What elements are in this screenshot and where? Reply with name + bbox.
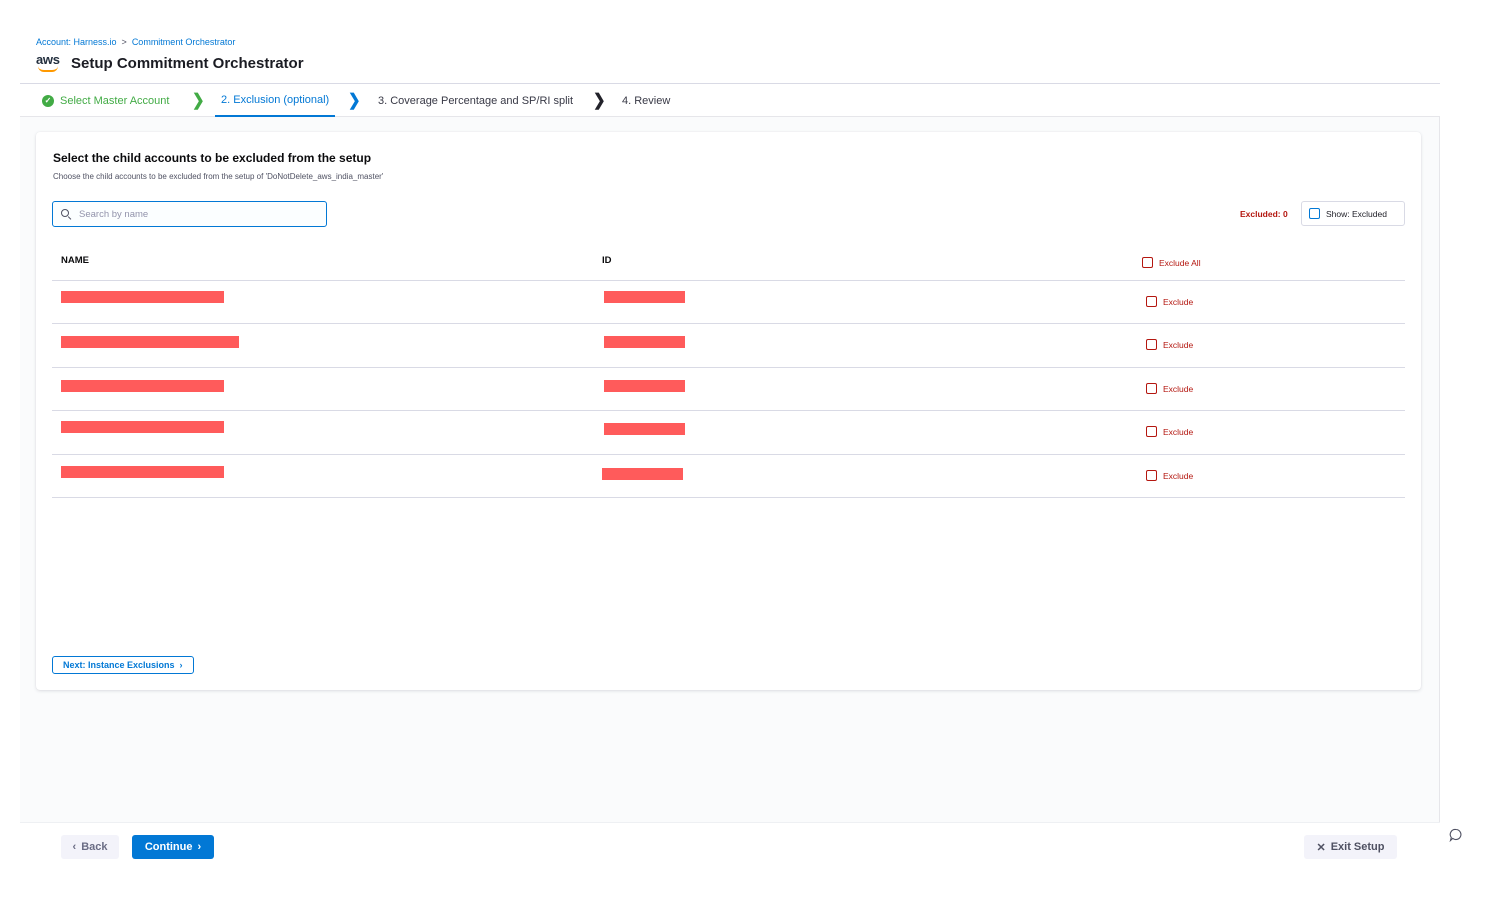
redacted-id xyxy=(604,336,685,348)
back-label: Back xyxy=(81,841,108,853)
back-button[interactable]: ‹ Back xyxy=(61,835,119,859)
column-header-id: ID xyxy=(602,255,612,266)
search-input[interactable] xyxy=(79,208,309,220)
exclude-checkbox[interactable]: Exclude xyxy=(1146,339,1193,350)
continue-label: Continue xyxy=(144,841,193,853)
checkbox-icon[interactable] xyxy=(1146,296,1157,307)
checkbox-icon[interactable] xyxy=(1309,208,1320,219)
exclude-label: Exclude xyxy=(1163,296,1194,307)
redacted-name xyxy=(61,291,224,303)
exclude-checkbox[interactable]: Exclude xyxy=(1146,426,1193,437)
chevron-right-icon: › xyxy=(179,660,183,670)
tab-exclusion[interactable]: 2. Exclusion (optional) xyxy=(215,84,336,117)
breadcrumb-account-link[interactable]: Account: Harness.io xyxy=(36,37,117,47)
next-instance-exclusions-button[interactable]: Next: Instance Exclusions › xyxy=(52,656,194,674)
redacted-id xyxy=(602,468,683,480)
checkbox-icon[interactable] xyxy=(1146,470,1157,481)
redacted-id xyxy=(604,380,685,392)
exclude-label: Exclude xyxy=(1163,426,1194,437)
exclude-checkbox[interactable]: Exclude xyxy=(1146,470,1193,481)
table-row: Exclude xyxy=(52,410,1405,453)
chevron-right-icon: ❯ xyxy=(593,91,606,110)
table-row: Exclude xyxy=(52,454,1405,497)
exclude-checkbox[interactable]: Exclude xyxy=(1146,383,1193,394)
breadcrumb: Account: Harness.io > Commitment Orchest… xyxy=(36,37,235,47)
check-circle-icon: ✓ xyxy=(42,94,54,107)
show-excluded-label: Show: Excluded xyxy=(1326,208,1387,219)
redacted-id xyxy=(604,291,685,303)
table-row: Exclude xyxy=(52,367,1405,410)
title-row: aws Setup Commitment Orchestrator xyxy=(36,53,304,72)
checkbox-icon[interactable] xyxy=(1146,339,1157,350)
breadcrumb-separator: > xyxy=(121,37,127,47)
chat-help-icon[interactable] xyxy=(1449,828,1463,842)
search-icon xyxy=(61,208,72,220)
redacted-name xyxy=(61,380,224,392)
excluded-count: Excluded: 0 xyxy=(1240,209,1288,219)
checkbox-icon[interactable] xyxy=(1142,257,1153,268)
table-divider xyxy=(52,497,1405,498)
redacted-name xyxy=(61,421,224,433)
footer-bar: ‹ Back Continue › ✕ Exit Setup xyxy=(20,822,1440,870)
chevron-right-icon: › xyxy=(197,841,202,853)
setup-wizard: Account: Harness.io > Commitment Orchest… xyxy=(20,28,1440,870)
show-excluded-toggle[interactable]: Show: Excluded xyxy=(1301,201,1405,226)
redacted-id xyxy=(604,423,685,435)
checkbox-icon[interactable] xyxy=(1146,383,1157,394)
wizard-steps: ✓ Select Master Account ❯ 2. Exclusion (… xyxy=(20,84,1440,117)
chevron-left-icon: ‹ xyxy=(72,841,77,853)
exclude-label: Exclude xyxy=(1163,470,1194,481)
chevron-right-icon: ❯ xyxy=(348,91,361,110)
chevron-right-icon: ❯ xyxy=(192,91,205,110)
close-icon: ✕ xyxy=(1316,841,1326,854)
tab-review[interactable]: 4. Review xyxy=(622,84,670,117)
continue-button[interactable]: Continue › xyxy=(132,835,214,859)
card-subtitle: Choose the child accounts to be excluded… xyxy=(53,172,384,181)
exclude-all-checkbox[interactable]: Exclude All xyxy=(1142,257,1201,268)
page-title: Setup Commitment Orchestrator xyxy=(71,54,304,72)
checkbox-icon[interactable] xyxy=(1146,426,1157,437)
step-label: 3. Coverage Percentage and SP/RI split xyxy=(378,94,574,107)
exclude-all-label: Exclude All xyxy=(1159,257,1201,268)
exit-label: Exit Setup xyxy=(1330,841,1385,853)
exclude-checkbox[interactable]: Exclude xyxy=(1146,296,1193,307)
step-label: Select Master Account xyxy=(60,94,170,107)
step-label: 2. Exclusion (optional) xyxy=(221,93,330,106)
redacted-name xyxy=(61,466,224,478)
redacted-name xyxy=(61,336,239,348)
table-row: Exclude xyxy=(52,323,1405,366)
exclude-label: Exclude xyxy=(1163,383,1194,394)
exclusion-card: Select the child accounts to be excluded… xyxy=(36,132,1421,690)
step-label: 4. Review xyxy=(622,94,671,107)
tab-coverage-percentage[interactable]: 3. Coverage Percentage and SP/RI split xyxy=(378,84,573,117)
search-field[interactable] xyxy=(52,201,327,227)
table-row: Exclude xyxy=(52,280,1405,323)
tab-select-master-account[interactable]: ✓ Select Master Account xyxy=(42,84,169,117)
breadcrumb-module-link[interactable]: Commitment Orchestrator xyxy=(132,37,236,47)
exclude-label: Exclude xyxy=(1163,339,1194,350)
column-header-name: NAME xyxy=(61,255,89,266)
card-title: Select the child accounts to be excluded… xyxy=(53,151,372,165)
next-button-label: Next: Instance Exclusions xyxy=(63,660,175,670)
aws-logo-icon: aws xyxy=(36,53,62,72)
exit-setup-button[interactable]: ✕ Exit Setup xyxy=(1304,835,1397,859)
page-header: Account: Harness.io > Commitment Orchest… xyxy=(20,28,1440,84)
